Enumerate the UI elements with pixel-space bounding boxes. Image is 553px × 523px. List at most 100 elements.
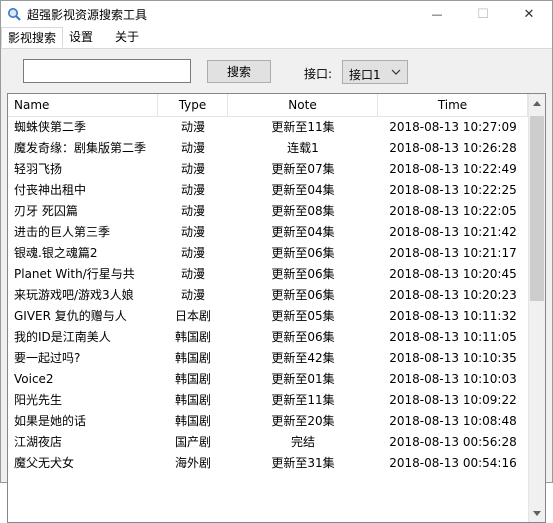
table-row[interactable]: Voice2 韩国剧 更新至01集 2018-08-13 10:10:03 [8, 369, 528, 390]
column-header-time[interactable]: Time [378, 94, 528, 116]
cell-time: 2018-08-13 10:22:49 [389, 162, 517, 176]
column-header-type[interactable]: Type [158, 94, 228, 116]
maximize-button[interactable]: ☐ [460, 1, 506, 28]
table-row[interactable]: 魔父无犬女 海外剧 更新至31集 2018-08-13 00:54:16 [8, 453, 528, 474]
port-selected-value: 接口1 [349, 68, 381, 82]
table-row[interactable]: 如果是她的话 韩国剧 更新至20集 2018-08-13 10:08:48 [8, 411, 528, 432]
cell-type: 韩国剧 [174, 393, 211, 407]
cell-type: 动漫 [180, 141, 205, 155]
cell-note: 更新至04集 [271, 183, 335, 197]
cell-note: 更新至11集 [271, 393, 335, 407]
table-row[interactable]: 要一起过吗? 韩国剧 更新至42集 2018-08-13 10:10:35 [8, 348, 528, 369]
cell-name: 付丧神出租中 [14, 183, 87, 197]
column-header-name[interactable]: Name [8, 94, 158, 116]
cell-note: 连载1 [287, 141, 319, 155]
cell-name: 魔父无犬女 [14, 456, 75, 470]
cell-note: 更新至05集 [271, 309, 335, 323]
list-header: Name Type Note Time [8, 94, 528, 117]
table-row[interactable]: 刃牙 死囚篇 动漫 更新至08集 2018-08-13 10:22:05 [8, 201, 528, 222]
magnifier-app-icon [8, 8, 21, 21]
cell-note: 更新至06集 [271, 246, 335, 260]
port-select[interactable]: 接口1 [342, 60, 408, 84]
cell-type: 动漫 [180, 267, 205, 281]
table-row[interactable]: Planet With/行星与共 动漫 更新至06集 2018-08-13 10:20… [8, 264, 528, 285]
cell-time: 2018-08-13 10:20:23 [389, 288, 517, 302]
table-row[interactable]: 我的ID是江南美人 韩国剧 更新至06集 2018-08-13 10:11:05 [8, 327, 528, 348]
table-row[interactable]: 轻羽飞扬 动漫 更新至07集 2018-08-13 10:22:49 [8, 159, 528, 180]
cell-time: 2018-08-13 10:21:17 [389, 246, 517, 260]
cell-time: 2018-08-13 10:21:42 [389, 225, 517, 239]
cell-time: 2018-08-13 00:54:16 [389, 456, 517, 470]
cell-note: 更新至06集 [271, 267, 335, 281]
cell-type: 韩国剧 [174, 372, 211, 386]
cell-type: 动漫 [180, 225, 205, 239]
cell-note: 更新至20集 [271, 414, 335, 428]
tab-settings[interactable]: 设置 [63, 28, 99, 48]
table-row[interactable]: 来玩游戏吧/游戏3人娘 动漫 更新至06集 2018-08-13 10:20:23 [8, 285, 528, 306]
maximize-icon: ☐ [477, 7, 489, 22]
cell-time: 2018-08-13 10:11:05 [389, 330, 517, 344]
app-window: 超强影视资源搜索工具 — ☐ ✕ 影视搜索 设置 关于 搜索 接口: 接口1 N… [0, 0, 553, 523]
column-header-note[interactable]: Note [228, 94, 378, 116]
minimize-button[interactable]: — [414, 1, 460, 28]
cell-name: 轻羽飞扬 [14, 162, 63, 176]
search-panel: 搜索 接口: 接口1 Name Type Note Time 蜘蛛侠第二季 动漫更… [1, 49, 552, 523]
table-row[interactable]: 付丧神出租中 动漫 更新至04集 2018-08-13 10:22:25 [8, 180, 528, 201]
chevron-down-icon [391, 65, 401, 82]
cell-type: 日本剧 [174, 309, 211, 323]
table-row[interactable]: 江湖夜店 国产剧 完结 2018-08-13 00:56:28 [8, 432, 528, 453]
cell-name: 如果是她的话 [14, 414, 87, 428]
cell-name: 我的ID是江南美人 [14, 330, 111, 344]
tab-label: 关于 [115, 30, 140, 44]
cell-time: 2018-08-13 10:08:48 [389, 414, 517, 428]
cell-type: 韩国剧 [174, 414, 211, 428]
cell-name: 阳光先生 [14, 393, 63, 407]
cell-name: 刃牙 死囚篇 [14, 204, 78, 218]
cell-name: 要一起过吗? [14, 351, 81, 365]
cell-type: 动漫 [180, 246, 205, 260]
cell-time: 2018-08-13 10:09:22 [389, 393, 517, 407]
scroll-up-arrow-icon[interactable] [529, 94, 545, 111]
window-title: 超强影视资源搜索工具 [27, 8, 148, 22]
cell-note: 更新至07集 [271, 162, 335, 176]
table-row[interactable]: 进击的巨人第三季 动漫 更新至04集 2018-08-13 10:21:42 [8, 222, 528, 243]
results-list[interactable]: Name Type Note Time 蜘蛛侠第二季 动漫 更新至11集 2018-0… [7, 93, 546, 523]
cell-note: 更新至06集 [271, 330, 335, 344]
cell-note: 更新至08集 [271, 204, 335, 218]
cell-time: 2018-08-13 10:20:45 [389, 267, 517, 281]
search-input[interactable] [23, 59, 191, 83]
cell-time: 2018-08-13 10:26:28 [389, 141, 517, 155]
tab-about[interactable]: 关于 [109, 28, 145, 48]
table-row[interactable]: 银魂.银之魂篇2 动漫 更新至06集 2018-08-13 10:21:17 [8, 243, 528, 264]
cell-name: Voice2 [14, 372, 54, 386]
title-bar[interactable]: 超强影视资源搜索工具 — ☐ ✕ [1, 1, 552, 28]
cell-name: 魔发奇缘：剧集版第二季 [14, 141, 147, 155]
tab-movie-search[interactable]: 影视搜索 [1, 27, 64, 48]
tab-label: 影视搜索 [8, 31, 57, 45]
table-row[interactable]: GIVER 复仇的赠与人 日本剧 更新至05集 2018-08-13 10:11:32 [8, 306, 528, 327]
cell-name: GIVER 复仇的赠与人 [14, 309, 127, 323]
table-row[interactable]: 蜘蛛侠第二季 动漫 更新至11集 2018-08-13 10:27:09 [8, 117, 528, 138]
close-button[interactable]: ✕ [506, 1, 552, 28]
tab-label: 设置 [69, 30, 94, 44]
search-button[interactable]: 搜索 [207, 60, 271, 83]
cell-time: 2018-08-13 10:10:35 [389, 351, 517, 365]
port-label: 接口: [304, 67, 333, 81]
cell-name: 银魂.银之魂篇2 [14, 246, 98, 260]
cell-type: 动漫 [180, 204, 205, 218]
cell-time: 2018-08-13 10:22:25 [389, 183, 517, 197]
cell-type: 韩国剧 [174, 330, 211, 344]
vertical-scrollbar[interactable] [528, 94, 545, 522]
cell-note: 更新至01集 [271, 372, 335, 386]
cell-type: 动漫 [180, 162, 205, 176]
scrollbar-thumb[interactable] [530, 116, 544, 301]
cell-type: 国产剧 [174, 435, 211, 449]
list-rows: 蜘蛛侠第二季 动漫 更新至11集 2018-08-13 10:27:09 魔发奇缘：剧集… [8, 117, 528, 474]
table-row[interactable]: 阳光先生 韩国剧 更新至11集 2018-08-13 10:09:22 [8, 390, 528, 411]
cell-name: Planet With/行星与共 [14, 267, 135, 281]
cell-time: 2018-08-13 00:56:28 [389, 435, 517, 449]
cell-note: 完结 [290, 435, 315, 449]
minimize-icon: — [431, 8, 443, 21]
scroll-down-arrow-icon[interactable] [529, 505, 545, 522]
table-row[interactable]: 魔发奇缘：剧集版第二季 动漫 连载1 2018-08-13 10:26:28 [8, 138, 528, 159]
